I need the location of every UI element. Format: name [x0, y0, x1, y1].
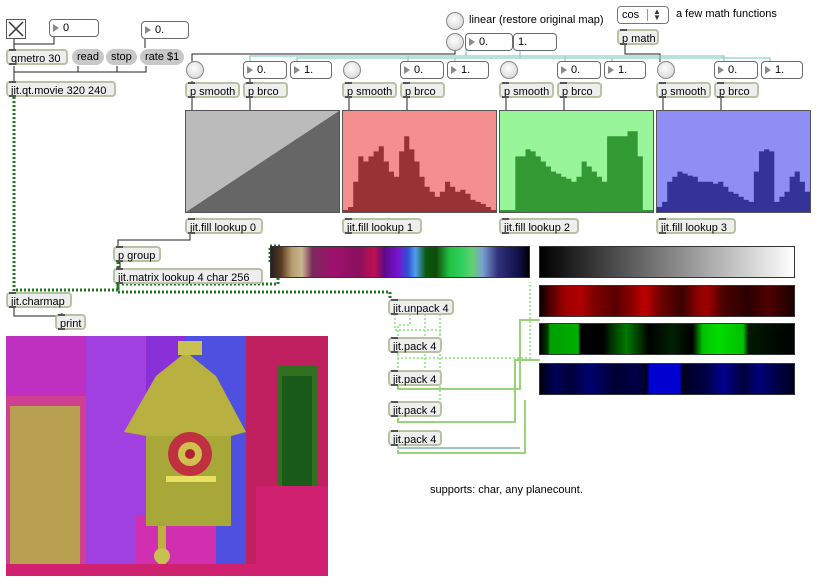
channel-3-lo-number[interactable]: 0. [714, 61, 758, 79]
channel-2-lookup-panel[interactable] [499, 110, 654, 213]
channel-0-hi-number[interactable]: 1. [290, 61, 332, 79]
triangle-icon [247, 66, 253, 74]
range-lo-value: 0. [479, 36, 489, 48]
lookup-color-strip [270, 246, 530, 278]
triangle-icon [469, 38, 475, 46]
triangle-icon [608, 66, 614, 74]
channel-2-hi-number[interactable]: 1. [604, 61, 646, 79]
triangle-icon [765, 66, 771, 74]
channel-1-lo-value: 0. [414, 64, 424, 76]
channel-0-smooth-toggle[interactable] [186, 61, 204, 79]
video-output-window [6, 336, 328, 576]
channel-1-hi-value: 1. [461, 64, 471, 76]
jit-pack-object-3[interactable]: jit.pack 4 [388, 401, 442, 417]
jit-qt-movie-object[interactable]: jit.qt.movie 320 240 [6, 81, 116, 97]
plane-2-strip [539, 323, 795, 355]
channel-3-brco-object[interactable]: p brco [714, 82, 759, 98]
p-math-object[interactable]: p math [617, 29, 659, 45]
p-group-object[interactable]: p group [113, 246, 161, 262]
jit-matrix-lookup-object[interactable]: jit.matrix lookup 4 char 256 [113, 268, 263, 284]
number-value: 0 [63, 22, 70, 34]
channel-1-smooth-object[interactable]: p smooth [342, 82, 397, 98]
channel-3-smooth-toggle[interactable] [657, 61, 675, 79]
rate-value: 0. [155, 24, 165, 36]
range-bang-button[interactable] [446, 33, 464, 51]
channel-3-fill-object[interactable]: jit.fill lookup 3 [656, 218, 736, 234]
plane-3-strip [539, 363, 795, 395]
channel-1-lo-number[interactable]: 0. [400, 61, 444, 79]
channel-3-lo-value: 0. [728, 64, 738, 76]
jit-pack-object-4[interactable]: jit.pack 4 [388, 430, 442, 446]
channel-2-lo-value: 0. [571, 64, 581, 76]
channel-0-fill-object[interactable]: jit.fill lookup 0 [185, 218, 263, 234]
stop-message[interactable]: stop [106, 49, 137, 65]
rate-message[interactable]: rate $1 [140, 49, 185, 65]
channel-0-lo-value: 0. [257, 64, 267, 76]
channel-0-lookup-panel[interactable] [185, 110, 340, 213]
channel-3-smooth-object[interactable]: p smooth [656, 82, 711, 98]
linear-button[interactable] [446, 12, 464, 30]
jit-pack-object-2[interactable]: jit.pack 4 [388, 370, 442, 386]
channel-0-lookup-curve [186, 111, 339, 212]
toggle-x[interactable] [6, 19, 26, 39]
channel-1-brco-object[interactable]: p brco [400, 82, 445, 98]
channel-1-lookup-curve [343, 136, 496, 212]
triangle-icon [718, 66, 724, 74]
number-box-0[interactable]: 0 [49, 19, 99, 37]
triangle-icon [294, 66, 300, 74]
range-lo-number[interactable]: 0. [465, 33, 513, 51]
triangle-icon [561, 66, 567, 74]
channel-2-lo-number[interactable]: 0. [557, 61, 601, 79]
x-toggle-icon [8, 21, 24, 37]
channel-3-hi-number[interactable]: 1. [761, 61, 803, 79]
jit-pack-object-1[interactable]: jit.pack 4 [388, 337, 442, 353]
channel-3-hi-value: 1. [775, 64, 785, 76]
channel-2-hi-value: 1. [618, 64, 628, 76]
math-functions-label: a few math functions [676, 8, 777, 20]
plane-0-strip [539, 246, 795, 278]
channel-1-fill-object[interactable]: jit.fill lookup 1 [342, 218, 422, 234]
channel-0-smooth-object[interactable]: p smooth [185, 82, 240, 98]
cuckoo-clock-image [6, 336, 328, 576]
channel-3-lookup-panel[interactable] [656, 110, 811, 213]
channel-2-fill-object[interactable]: jit.fill lookup 2 [499, 218, 579, 234]
supports-label: supports: char, any planecount. [430, 484, 583, 496]
read-message[interactable]: read [72, 49, 105, 65]
channel-0-hi-value: 1. [304, 64, 314, 76]
channel-2-lookup-curve [500, 131, 653, 212]
channel-3-lookup-curve [657, 149, 810, 212]
print-object[interactable]: print [55, 314, 86, 330]
channel-2-smooth-object[interactable]: p smooth [499, 82, 554, 98]
range-hi-value: 1. [518, 36, 528, 48]
range-hi-number[interactable]: 1. [513, 33, 557, 51]
plane-1-strip [539, 285, 795, 317]
channel-2-brco-object[interactable]: p brco [557, 82, 602, 98]
channel-0-lo-number[interactable]: 0. [243, 61, 287, 79]
channel-2-smooth-toggle[interactable] [500, 61, 518, 79]
jit-unpack-object[interactable]: jit.unpack 4 [388, 299, 454, 315]
triangle-icon [145, 26, 151, 34]
math-function-value: cos [622, 9, 640, 21]
channel-1-hi-number[interactable]: 1. [447, 61, 489, 79]
triangle-icon [404, 66, 410, 74]
channel-1-smooth-toggle[interactable] [343, 61, 361, 79]
linear-label: linear (restore original map) [469, 14, 604, 26]
triangle-icon [53, 24, 59, 32]
qmetro-object[interactable]: qmetro 30 [6, 49, 68, 65]
up-down-arrows-icon: ▲ ▼ [647, 8, 666, 22]
rate-number-box[interactable]: 0. [141, 21, 189, 39]
triangle-icon [451, 66, 457, 74]
math-function-menu[interactable]: cos ▲ ▼ [617, 6, 669, 24]
channel-0-brco-object[interactable]: p brco [243, 82, 288, 98]
channel-1-lookup-panel[interactable] [342, 110, 497, 213]
jit-charmap-object[interactable]: jit.charmap [6, 292, 72, 308]
